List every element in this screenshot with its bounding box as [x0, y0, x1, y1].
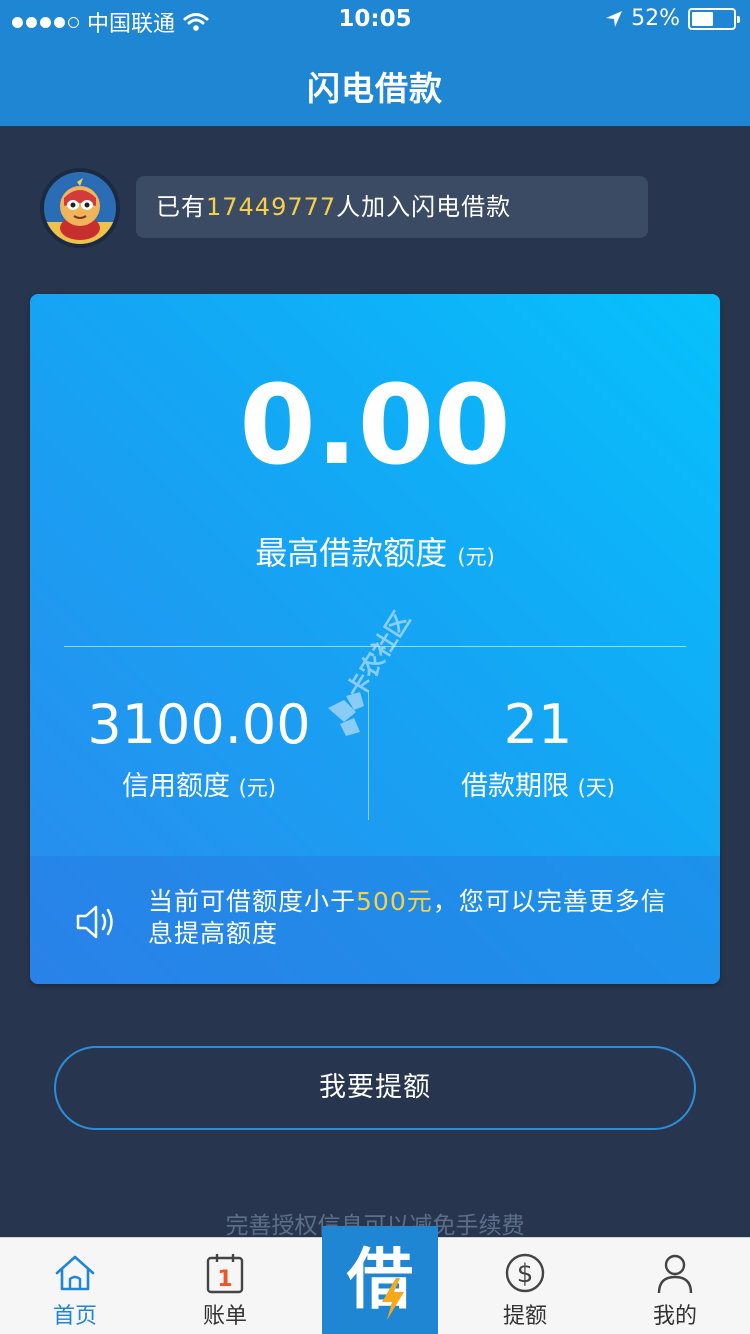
credit-limit-unit: (元) [238, 776, 276, 800]
mascot-avatar [40, 168, 120, 248]
page-title: 闪电借款 [307, 69, 443, 108]
nav-bar: 闪电借款 [0, 40, 750, 126]
raise-limit-button[interactable]: 我要提额 [54, 1046, 696, 1130]
borrow-icon [382, 1278, 404, 1320]
watermark-text: 卡农社区 [341, 607, 416, 703]
dollar-icon: $ [505, 1253, 545, 1293]
user-icon [657, 1254, 693, 1294]
max-loan-label: 最高借款额度 [255, 534, 448, 572]
tab-bills[interactable]: 1 账单 [150, 1238, 300, 1334]
max-loan-amount: 0.00 [239, 361, 511, 489]
location-arrow-icon [606, 10, 623, 27]
home-icon [55, 1255, 95, 1291]
mascot-icon [44, 172, 116, 244]
credit-limit-value: 3100.00 [87, 693, 311, 756]
tab-raise-label: 提额 [502, 1304, 547, 1329]
tab-borrow[interactable]: 借 [322, 1226, 438, 1334]
status-right: 52% [605, 6, 740, 31]
join-count: 17449777 [206, 193, 337, 221]
credit-limit-label-row: 信用额度 (元) [30, 764, 368, 803]
max-loan-unit: (元) [457, 545, 495, 569]
tab-home-label: 首页 [52, 1304, 97, 1329]
tab-mine-label: 我的 [652, 1304, 697, 1329]
join-count-banner: 已有17449777人加入闪电借款 [136, 176, 648, 238]
status-bar: 中国联通 10:05 52% [0, 0, 750, 40]
credit-limit-label: 信用额度 [122, 771, 230, 802]
tab-home[interactable]: 首页 [0, 1238, 150, 1334]
loan-term-label: 借款期限 [461, 771, 569, 802]
credit-limit-stat: 3100.00 信用额度 (元) [30, 692, 368, 803]
notice-banner: 当前可借额度小于500元，您可以完善更多信息提高额度 [30, 856, 720, 984]
loan-term-label-row: 借款期限 (天) [369, 764, 707, 803]
battery-icon [688, 7, 740, 30]
max-loan-label-row: 最高借款额度 (元) [30, 528, 720, 574]
calendar-icon: 1 [206, 1254, 244, 1294]
battery-percent: 52% [631, 6, 680, 31]
notice-text-part1: 当前可借额度小于 [148, 887, 357, 916]
speaker-icon [76, 905, 113, 939]
svg-text:$: $ [517, 1259, 534, 1289]
battery-level [692, 11, 713, 26]
svg-text:1: 1 [217, 1267, 232, 1292]
watermark-logo: 卡农社区 [328, 607, 416, 736]
notice-text: 当前可借额度小于500元，您可以完善更多信息提高额度 [148, 886, 668, 950]
join-prefix: 已有 [156, 193, 206, 221]
loan-term-unit: (天) [577, 776, 615, 800]
tab-raise[interactable]: $ 提额 [450, 1238, 600, 1334]
join-suffix: 人加入闪电借款 [336, 193, 512, 221]
tab-mine[interactable]: 我的 [600, 1238, 750, 1334]
tab-bills-label: 账单 [202, 1304, 247, 1329]
notice-highlight: 500元 [356, 887, 433, 916]
